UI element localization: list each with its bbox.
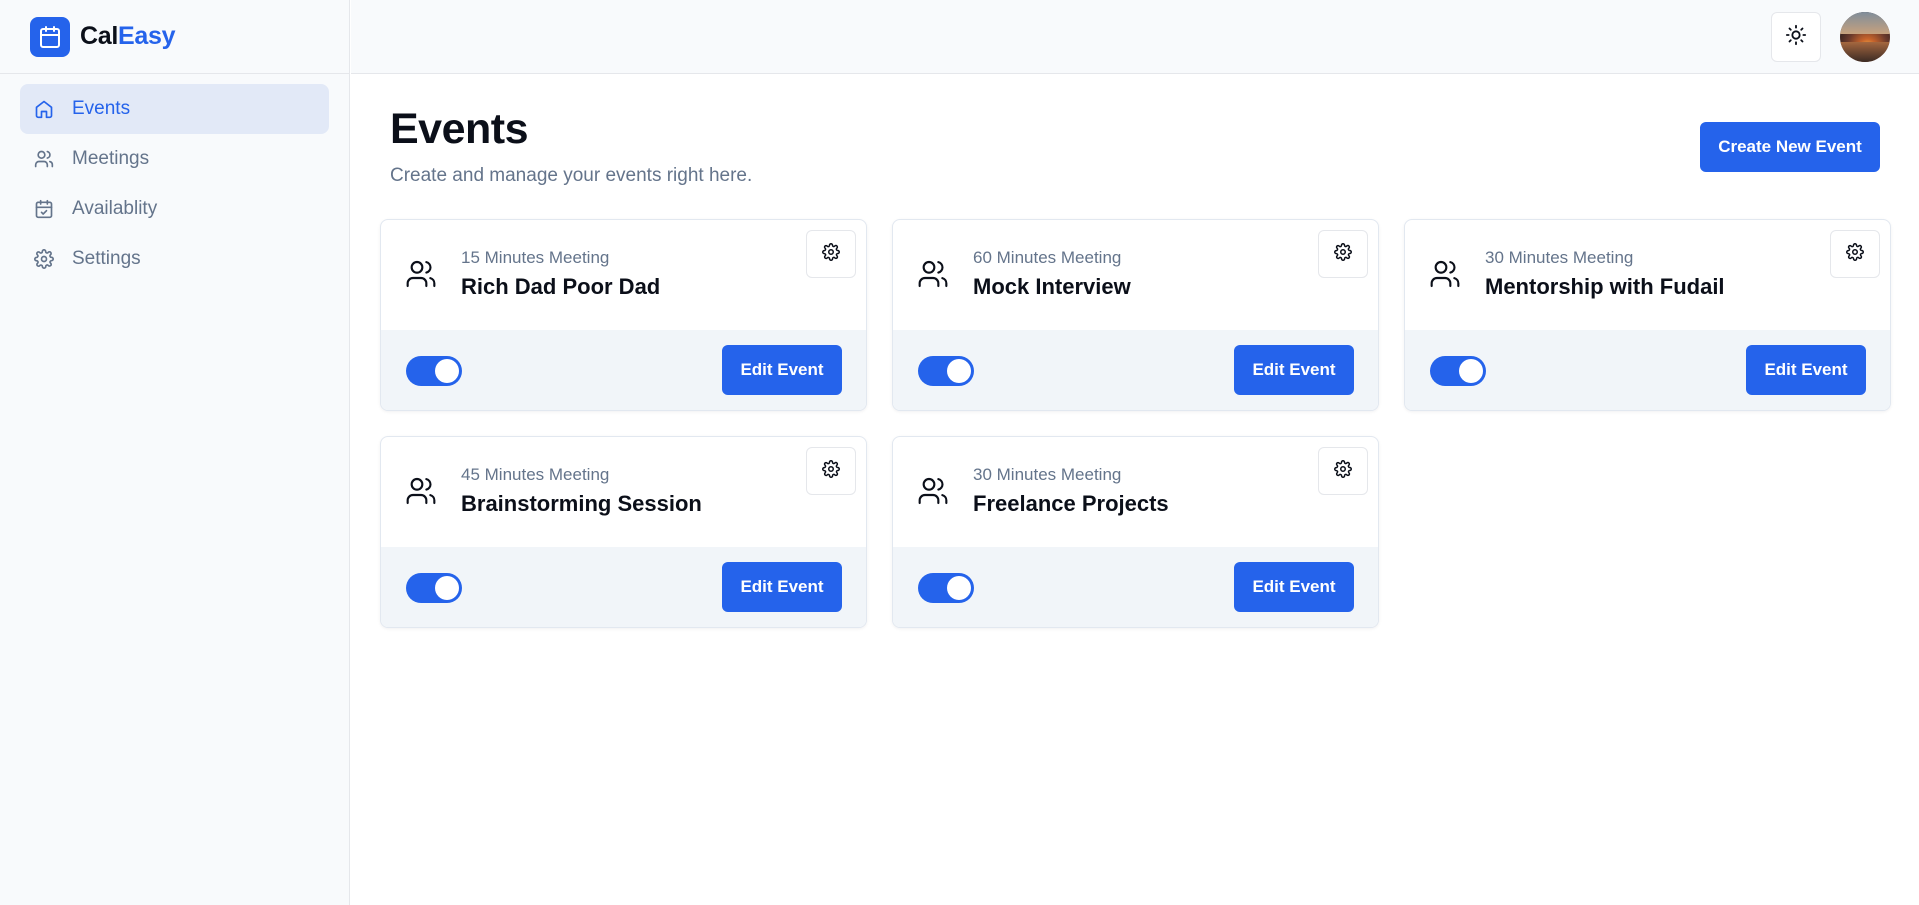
sidebar-item-meetings[interactable]: Meetings: [20, 134, 329, 184]
gear-icon: [1334, 459, 1352, 483]
event-card-header: 60 Minutes Meeting Mock Interview: [893, 220, 1378, 330]
users-icon: [1429, 258, 1461, 290]
edit-event-button[interactable]: Edit Event: [1234, 345, 1354, 395]
toggle-knob: [947, 359, 971, 383]
event-title: Mock Interview: [973, 274, 1131, 299]
event-card-footer: Edit Event: [381, 547, 866, 627]
event-title: Rich Dad Poor Dad: [461, 274, 661, 299]
brand[interactable]: CalEasy: [0, 0, 349, 74]
event-card-header: 15 Minutes Meeting Rich Dad Poor Dad: [381, 220, 866, 330]
event-card: 30 Minutes Meeting Freelance Projects Ed…: [892, 436, 1379, 628]
event-enabled-toggle[interactable]: [918, 356, 974, 386]
avatar-photo-sky: [1840, 12, 1890, 34]
sidebar-item-settings[interactable]: Settings: [20, 234, 329, 284]
event-settings-button[interactable]: [1318, 447, 1368, 495]
toggle-knob: [1459, 359, 1483, 383]
sidebar-item-events[interactable]: Events: [20, 84, 329, 134]
edit-event-button[interactable]: Edit Event: [1234, 562, 1354, 612]
gear-icon: [34, 249, 54, 269]
event-card-footer: Edit Event: [893, 547, 1378, 627]
app-name-part2: Easy: [118, 22, 176, 50]
event-card: 30 Minutes Meeting Mentorship with Fudai…: [1404, 219, 1891, 411]
toggle-knob: [435, 576, 459, 600]
sidebar-nav: Events Meetings Availablity Settings: [0, 74, 349, 294]
edit-event-button[interactable]: Edit Event: [722, 562, 842, 612]
topbar: [351, 0, 1919, 74]
event-settings-button[interactable]: [806, 230, 856, 278]
toggle-knob: [435, 359, 459, 383]
sidebar: CalEasy Events Meetings Availablity Sett…: [0, 0, 350, 905]
event-title: Freelance Projects: [973, 491, 1169, 516]
event-enabled-toggle[interactable]: [1430, 356, 1486, 386]
calendar-logo-icon: [30, 16, 70, 57]
event-settings-button[interactable]: [1830, 230, 1880, 278]
users-icon: [34, 149, 54, 169]
event-duration: 30 Minutes Meeting: [973, 465, 1122, 484]
theme-toggle-button[interactable]: [1771, 12, 1821, 62]
page-subtitle: Create and manage your events right here…: [390, 165, 753, 186]
gear-icon: [822, 242, 840, 266]
event-card-header: 45 Minutes Meeting Brainstorming Session: [381, 437, 866, 547]
event-enabled-toggle[interactable]: [918, 573, 974, 603]
event-card-header: 30 Minutes Meeting Mentorship with Fudai…: [1405, 220, 1890, 330]
users-icon: [917, 258, 949, 290]
edit-event-button[interactable]: Edit Event: [1746, 345, 1866, 395]
sidebar-item-availability[interactable]: Availablity: [20, 184, 329, 234]
event-duration: 60 Minutes Meeting: [973, 248, 1122, 267]
event-settings-button[interactable]: [1318, 230, 1368, 278]
edit-event-button[interactable]: Edit Event: [722, 345, 842, 395]
main-content: Events Create and manage your events rig…: [351, 75, 1919, 905]
sidebar-item-label: Events: [72, 98, 131, 119]
toggle-knob: [947, 576, 971, 600]
event-card-footer: Edit Event: [381, 330, 866, 410]
calendar-check-icon: [34, 199, 54, 219]
page-title: Events: [390, 105, 529, 153]
event-title: Mentorship with Fudail: [1485, 274, 1725, 299]
gear-icon: [822, 459, 840, 483]
users-icon: [405, 475, 437, 507]
event-card: 15 Minutes Meeting Rich Dad Poor Dad Edi…: [380, 219, 867, 411]
home-icon: [34, 99, 54, 119]
event-duration: 30 Minutes Meeting: [1485, 248, 1634, 267]
sidebar-item-label: Meetings: [72, 148, 150, 169]
avatar-photo-sea: [1840, 42, 1890, 62]
sidebar-item-label: Availablity: [72, 198, 158, 219]
event-duration: 45 Minutes Meeting: [461, 465, 610, 484]
event-settings-button[interactable]: [806, 447, 856, 495]
event-card: 60 Minutes Meeting Mock Interview Edit E…: [892, 219, 1379, 411]
sun-icon: [1785, 24, 1807, 51]
event-card-header: 30 Minutes Meeting Freelance Projects: [893, 437, 1378, 547]
users-icon: [917, 475, 949, 507]
event-card: 45 Minutes Meeting Brainstorming Session…: [380, 436, 867, 628]
users-icon: [405, 258, 437, 290]
event-card-footer: Edit Event: [1405, 330, 1890, 410]
create-new-event-button[interactable]: Create New Event: [1700, 122, 1880, 172]
gear-icon: [1334, 242, 1352, 266]
app-name: CalEasy: [80, 22, 176, 51]
sidebar-item-label: Settings: [72, 248, 141, 269]
event-duration: 15 Minutes Meeting: [461, 248, 610, 267]
app-name-part1: Cal: [80, 22, 119, 50]
event-card-footer: Edit Event: [893, 330, 1378, 410]
avatar[interactable]: [1840, 12, 1890, 62]
event-enabled-toggle[interactable]: [406, 356, 462, 386]
event-title: Brainstorming Session: [461, 491, 702, 516]
gear-icon: [1846, 242, 1864, 266]
event-enabled-toggle[interactable]: [406, 573, 462, 603]
